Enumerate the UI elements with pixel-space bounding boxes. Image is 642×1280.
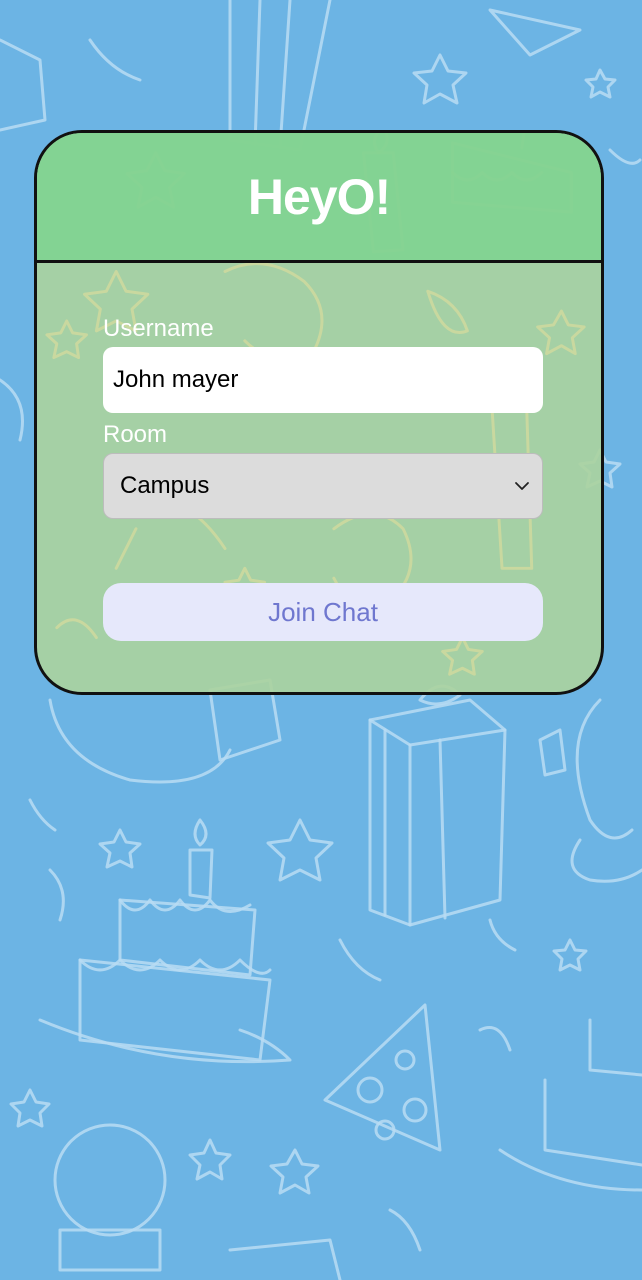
chevron-down-icon xyxy=(515,482,529,490)
join-form: Username Room Campus Join Chat xyxy=(103,313,543,641)
room-select-value: Campus xyxy=(120,472,210,499)
card-header: HeyO! xyxy=(37,133,601,263)
room-select[interactable]: Campus xyxy=(103,453,543,519)
app-title: HeyO! xyxy=(247,168,391,225)
login-card: HeyO! Username Room Campus Join Chat xyxy=(34,130,604,695)
room-label: Room xyxy=(103,421,168,448)
username-label: Username xyxy=(103,315,214,342)
join-chat-button[interactable]: Join Chat xyxy=(103,583,543,641)
username-input[interactable] xyxy=(103,347,543,413)
